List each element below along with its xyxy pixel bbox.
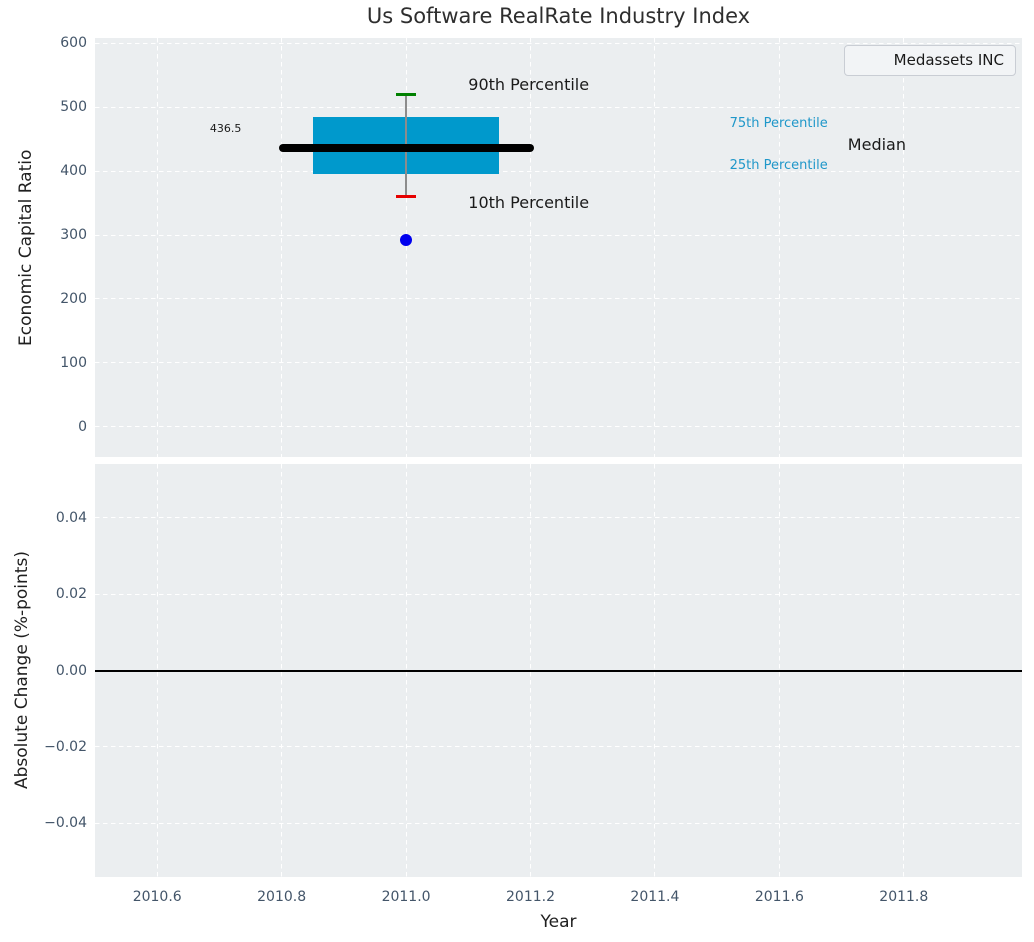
x-axis-label-year: Year	[95, 912, 1022, 932]
y-tick-label-300: 300	[31, 226, 87, 244]
gridline-y-200	[95, 298, 1022, 299]
annotation-90th-percentile: 90th Percentile	[468, 77, 589, 93]
annotation-25th-percentile: 25th Percentile	[730, 159, 828, 172]
annotation-10th-percentile: 10th Percentile	[468, 195, 589, 211]
x-tick-label-2011-4: 2011.4	[613, 888, 697, 906]
x-tick-label-2010-6: 2010.6	[115, 888, 199, 906]
company-point-medassets	[400, 234, 412, 246]
y-tick-label-600: 600	[31, 34, 87, 52]
gridline-y-0-04	[95, 517, 1022, 518]
x-tick-label-2011-8: 2011.8	[862, 888, 946, 906]
y-tick-label-400: 400	[31, 162, 87, 180]
gridline-x-2010.6	[157, 38, 158, 457]
y-tick-label-0-02: −0.02	[31, 738, 87, 756]
zero-line	[95, 670, 1022, 672]
gridline-x-2011.4	[654, 38, 655, 457]
y-tick-label-0-04: 0.04	[31, 509, 87, 527]
y-tick-label-0-02: 0.02	[31, 585, 87, 603]
y-tick-label-0-00: 0.00	[31, 662, 87, 680]
gridline-y-100	[95, 362, 1022, 363]
y-tick-label-200: 200	[31, 290, 87, 308]
gridline-y-300	[95, 235, 1022, 236]
gridline-y-600	[95, 43, 1022, 44]
x-tick-label-2011-6: 2011.6	[737, 888, 821, 906]
whisker-cap-90th-percentile	[396, 93, 416, 96]
y-tick-label-500: 500	[31, 98, 87, 116]
annotation-75th-percentile: 75th Percentile	[730, 117, 828, 130]
gridline-y-0-02	[95, 746, 1022, 747]
gridline-x-2011.6	[779, 38, 780, 457]
legend-label: Medassets INC	[894, 52, 1004, 69]
x-tick-label-2011-0: 2011.0	[364, 888, 448, 906]
gridline-y-0-02	[95, 594, 1022, 595]
gridline-y-500	[95, 107, 1022, 108]
x-tick-label-2010-8: 2010.8	[240, 888, 324, 906]
bottom-axes	[95, 464, 1022, 877]
gridline-y-0	[95, 426, 1022, 427]
legend: Medassets INC	[844, 45, 1016, 76]
y-tick-label-0-04: −0.04	[31, 814, 87, 832]
top-axes: Medassets INC 90th Percentile 10th Percen…	[95, 38, 1022, 457]
y-tick-label-100: 100	[31, 354, 87, 372]
gridline-y-0-04	[95, 823, 1022, 824]
whisker-cap-10th-percentile	[396, 195, 416, 198]
annotation-median: Median	[848, 137, 906, 153]
gridline-x-2010.8	[281, 38, 282, 457]
gridline-x-2011.8	[903, 38, 904, 457]
x-tick-label-2011-2: 2011.2	[489, 888, 573, 906]
median-line	[279, 144, 534, 152]
figure: Us Software RealRate Industry Index Econ…	[0, 0, 1034, 942]
legend-line-icon	[855, 59, 884, 62]
gridline-y-400	[95, 171, 1022, 172]
annotation-436-5: 436.5	[210, 123, 242, 134]
chart-title: Us Software RealRate Industry Index	[95, 4, 1022, 28]
gridline-x-2011.2	[530, 38, 531, 457]
y-tick-label-0: 0	[31, 418, 87, 436]
